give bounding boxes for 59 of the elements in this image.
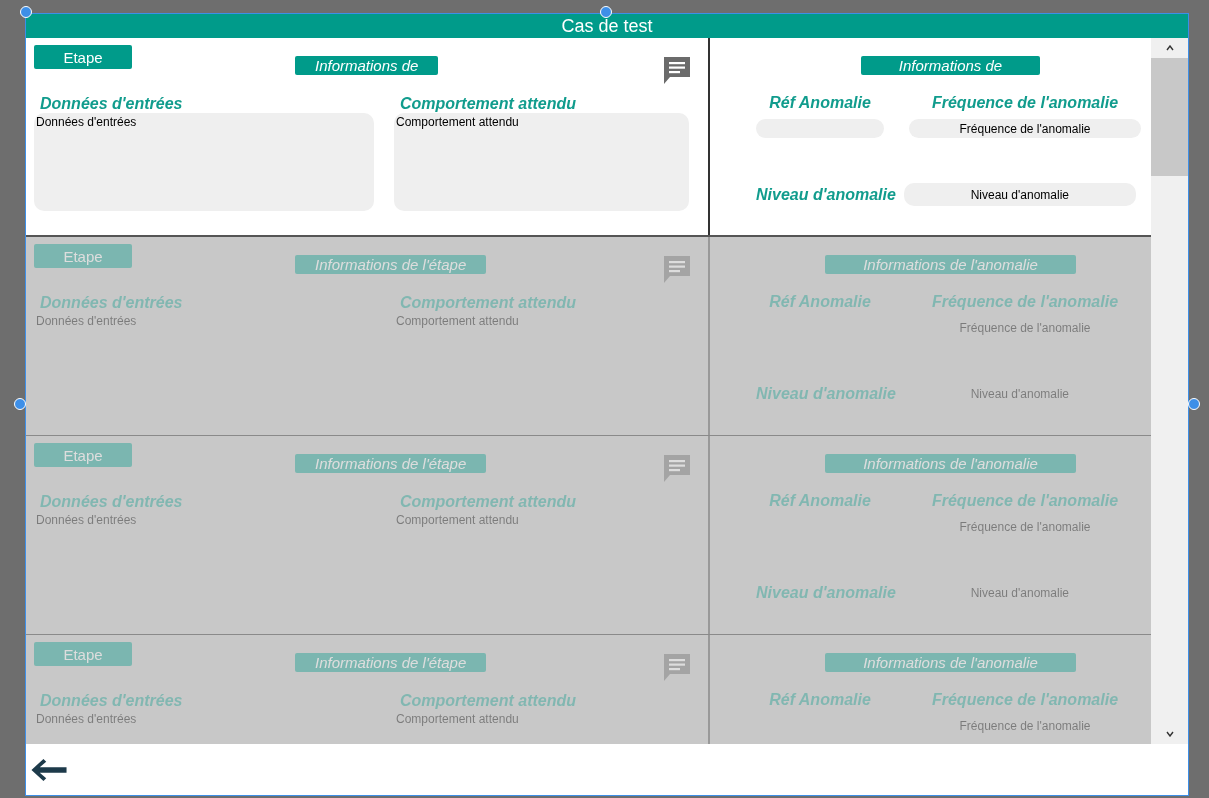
- section-label: Informations de l'anomalie: [825, 454, 1076, 473]
- scroll-down-icon[interactable]: [1165, 731, 1174, 737]
- input-field[interactable]: Niveau d'anomalie: [903, 581, 1136, 604]
- input-field[interactable]: Fréquence de l'anomalie: [909, 119, 1141, 138]
- field-label: Réf Anomalie: [769, 94, 871, 112]
- section-label: Informations de l'anomalie: [825, 653, 1076, 672]
- field-label: Niveau d'anomalie: [756, 384, 896, 403]
- section-label: Informations de l'étape: [295, 653, 487, 672]
- text-area[interactable]: Comportement attendu: [394, 312, 689, 410]
- selection-handle[interactable]: [600, 6, 612, 18]
- selection-handle[interactable]: [1188, 398, 1200, 410]
- text-area[interactable]: Comportement attendu: [394, 511, 689, 609]
- field-label: Fréquence de l'anomalie: [931, 492, 1119, 510]
- input-field[interactable]: Niveau d'anomalie: [903, 183, 1136, 206]
- screen-title: Cas de test: [561, 15, 653, 37]
- section-label: Informations de l'étape: [295, 255, 487, 274]
- text-area[interactable]: Données d'entrées: [34, 710, 374, 744]
- text-area[interactable]: Données d'entrées: [34, 511, 374, 609]
- input-field[interactable]: Fréquence de l'anomalie: [909, 318, 1141, 337]
- selection-handle[interactable]: [14, 398, 26, 410]
- text-area[interactable]: Données d'entrées: [34, 312, 374, 410]
- step-button[interactable]: Etape: [34, 244, 132, 268]
- field-label: Réf Anomalie: [769, 691, 871, 709]
- field-label: Comportement attendu: [399, 95, 577, 113]
- text-area[interactable]: Comportement attendu: [394, 710, 689, 744]
- field-label: Réf Anomalie: [769, 293, 871, 311]
- section-label: Informations de: [860, 56, 1041, 75]
- input-field[interactable]: Fréquence de l'anomalie: [909, 517, 1141, 536]
- field-label: Comportement attendu: [399, 692, 577, 710]
- field-label: Données d'entrées: [39, 493, 184, 511]
- step-button[interactable]: Etape: [34, 443, 132, 467]
- text-area[interactable]: Comportement attendu: [394, 113, 689, 211]
- field-label: Fréquence de l'anomalie: [931, 94, 1119, 112]
- field-label: Niveau d'anomalie: [756, 583, 896, 602]
- scroll-up-icon[interactable]: [1165, 45, 1174, 51]
- field-label: Réf Anomalie: [769, 492, 871, 510]
- section-label: Informations de l'étape: [295, 454, 487, 473]
- section-label: Informations de l'anomalie: [825, 255, 1076, 274]
- field-label: Fréquence de l'anomalie: [931, 691, 1119, 709]
- field-label: Comportement attendu: [399, 493, 577, 511]
- back-arrow-icon[interactable]: [30, 757, 68, 782]
- input-field[interactable]: Fréquence de l'anomalie: [909, 716, 1141, 735]
- selection-handle[interactable]: [20, 6, 32, 18]
- gallery-row[interactable]: Etape Informations de l'étape Données d'entrées Données d'entrées Comportement attendu Comportement attendu Informations de l'anomalie Réf Anomalie Fréquence de l'anomalie Fréquence de l'anomalie: [26, 635, 1151, 744]
- step-button[interactable]: Etape: [34, 642, 132, 666]
- field-label: Données d'entrées: [39, 692, 184, 710]
- field-label: Données d'entrées: [39, 294, 184, 312]
- input-field[interactable]: Niveau d'anomalie: [903, 382, 1136, 405]
- comment-icon[interactable]: [662, 55, 692, 85]
- field-label: Fréquence de l'anomalie: [931, 293, 1119, 311]
- field-label: Niveau d'anomalie: [756, 185, 896, 204]
- gallery-row[interactable]: [26, 38, 1151, 237]
- section-label: Informations de: [295, 56, 439, 75]
- scrollbar[interactable]: [1151, 38, 1188, 744]
- scroll-thumb[interactable]: [1151, 58, 1188, 176]
- text-area[interactable]: Données d'entrées: [34, 113, 374, 211]
- field-label: Données d'entrées: [39, 95, 184, 113]
- step-button[interactable]: Etape: [34, 45, 132, 69]
- field-label: Comportement attendu: [399, 294, 577, 312]
